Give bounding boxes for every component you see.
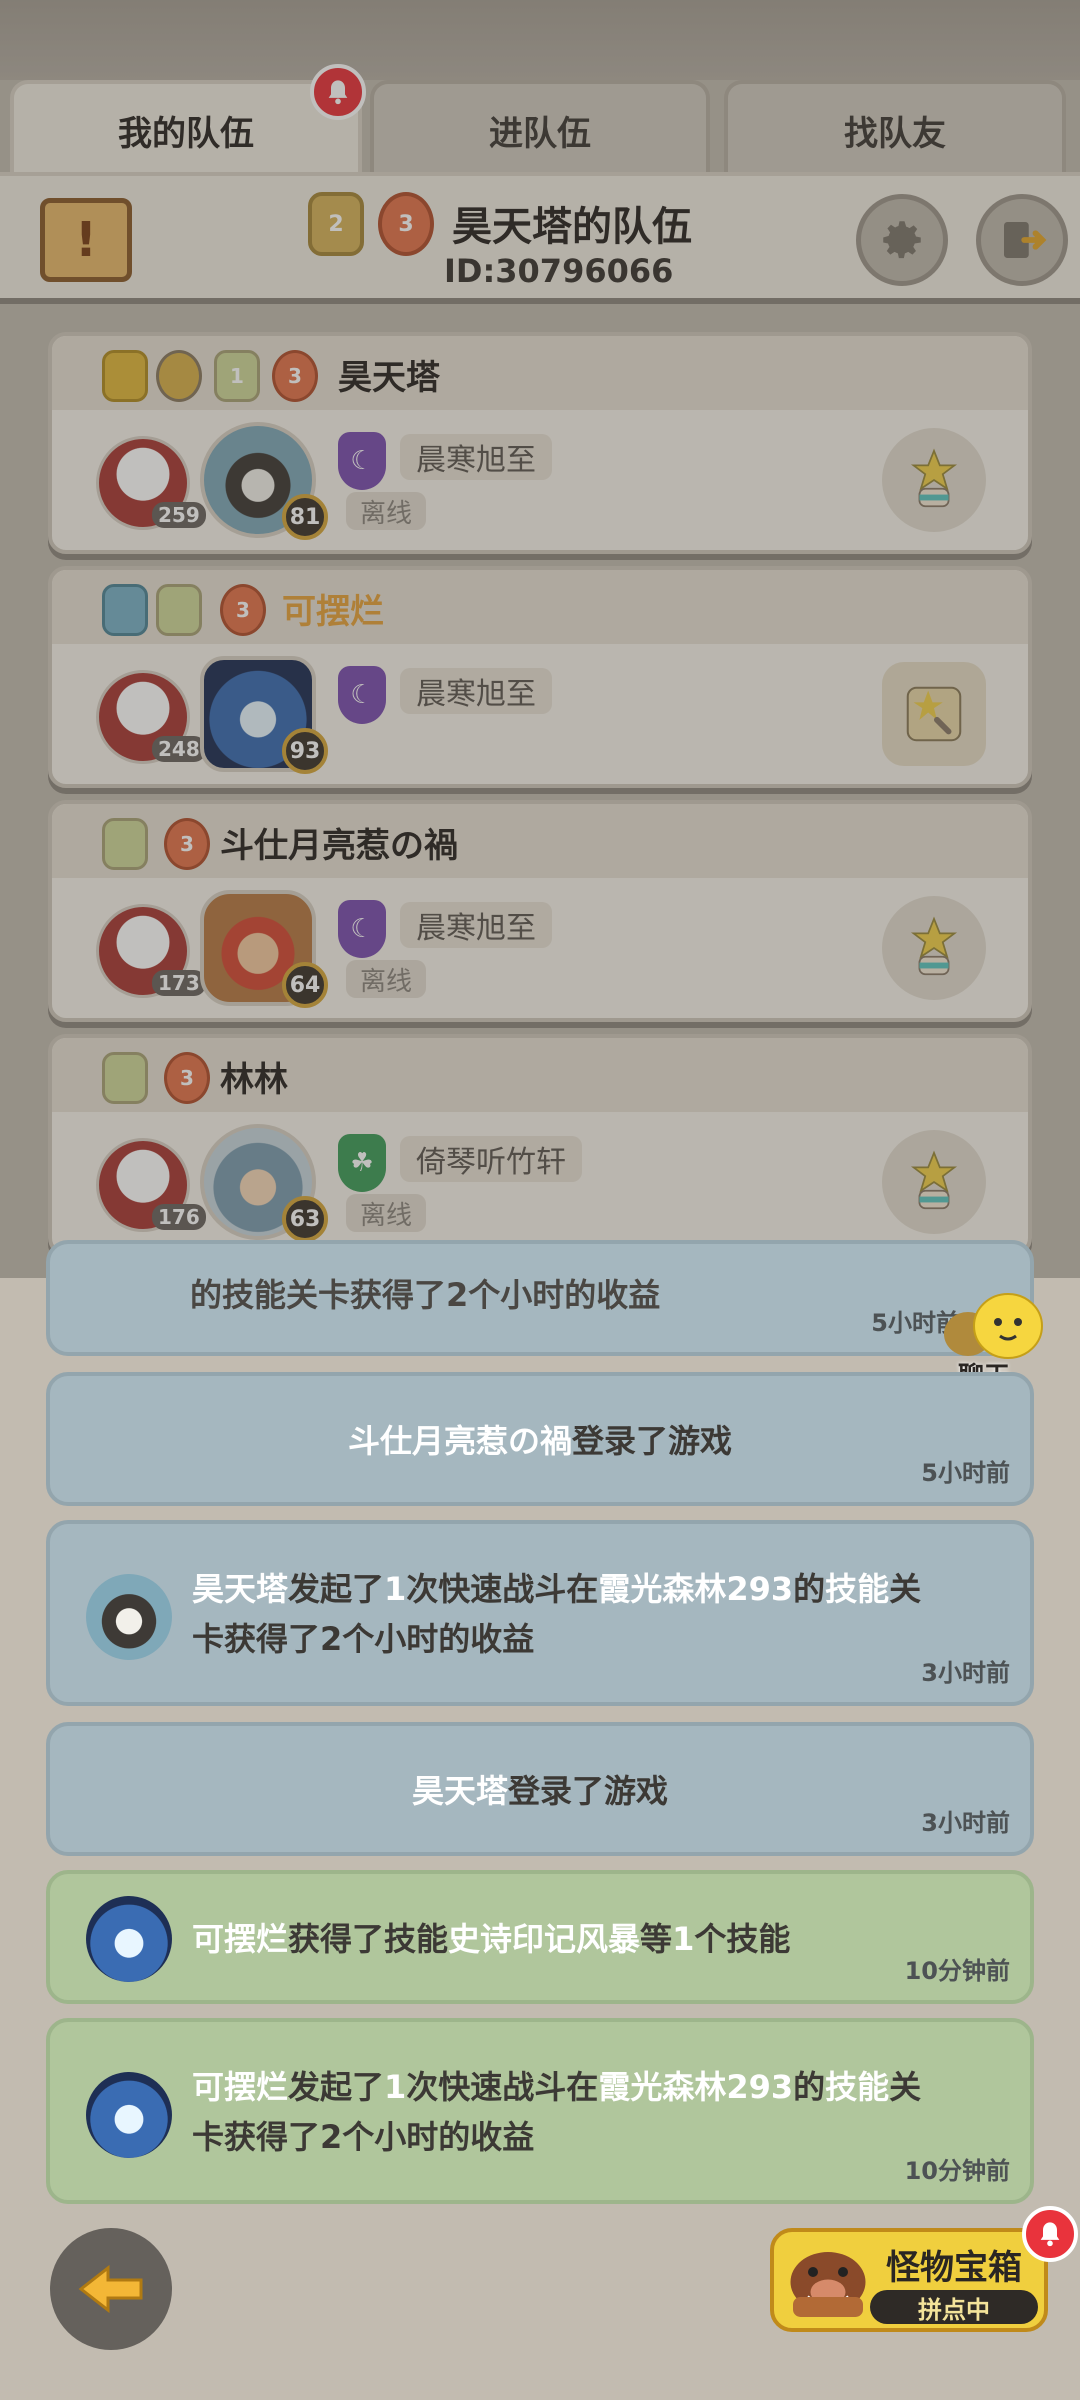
wind-badge-icon (156, 584, 202, 636)
rank-shield-icon (102, 350, 148, 402)
activity-message: 可摆烂发起了1次快速战斗在霞光森林293的技能关 卡获得了2个小时的收益 10分… (46, 2018, 1034, 2204)
message-text: 的技能关卡获得了2个小时的收益 (190, 1276, 661, 1314)
team-name: 昊天塔的队伍 (452, 204, 692, 250)
message-text: 斗仕月亮惹の禍登录了游戏 (347, 1422, 733, 1460)
leave-team-button[interactable] (976, 194, 1068, 286)
moon-guild-icon: ☾ (338, 432, 386, 490)
activity-message: 昊天塔登录了游戏 3小时前 (46, 1722, 1034, 1856)
team-level-badge-icon: 3 (378, 192, 434, 256)
level-badge-icon: 3 (220, 584, 266, 636)
member-card[interactable]: 3 斗仕月亮惹の禍 173 64 ☾ 晨寒旭至 离线 (48, 800, 1032, 1022)
level-badge-icon: 3 (272, 350, 318, 402)
member-name: 斗仕月亮惹の禍 (220, 826, 458, 866)
player-level: 176 (152, 1204, 206, 1230)
pet-avatar-icon (86, 1574, 172, 1660)
pet-medal-icon (156, 350, 202, 402)
activity-message: 斗仕月亮惹の禍登录了游戏 5小时前 (46, 1372, 1034, 1506)
message-time: 5小时前 (921, 1459, 1010, 1487)
guild-name: 倚琴听竹轩 (400, 1136, 582, 1182)
arrow-left-icon (78, 2264, 143, 2314)
gear-icon (883, 221, 921, 259)
team-id: ID:30796066 (444, 252, 674, 290)
member-name: 昊天塔 (338, 358, 440, 398)
member-name: 林林 (220, 1060, 288, 1100)
pet-avatar-icon (86, 2072, 172, 2158)
player-level: 173 (152, 970, 206, 996)
moon-guild-icon: ☾ (338, 666, 386, 724)
message-time: 10分钟前 (904, 2157, 1010, 2185)
finger-star-icon (906, 686, 962, 742)
message-text: 可摆烂获得了技能史诗印记风暴等1个技能 (192, 1920, 791, 1958)
guild-name: 晨寒旭至 (400, 434, 552, 480)
offline-status: 离线 (346, 1194, 427, 1232)
bell-notification-icon (310, 64, 366, 120)
member-card[interactable]: 3 林林 176 63 ☘ 倚琴听竹轩 离线 (48, 1034, 1032, 1256)
member-card[interactable]: 1 3 昊天塔 259 81 ☾ 晨寒旭至 离线 (48, 332, 1032, 554)
chest-status: 拼点中 (870, 2290, 1038, 2324)
back-button[interactable] (50, 2228, 172, 2350)
settings-button[interactable] (856, 194, 948, 286)
pet-level-badge: 93 (282, 728, 328, 774)
activity-message: 的技能关卡获得了2个小时的收益 5小时前 (46, 1240, 1034, 1356)
guild-name: 晨寒旭至 (400, 668, 552, 714)
pet-level-badge: 63 (282, 1196, 328, 1242)
team-rank-badge-icon: 2 (308, 192, 364, 256)
guild-name: 晨寒旭至 (400, 902, 552, 948)
member-card[interactable]: 3 可摆烂 248 93 ☾ 晨寒旭至 (48, 566, 1032, 788)
tab-join-team[interactable]: 进队伍 (370, 80, 710, 176)
message-time: 3小时前 (921, 1809, 1010, 1837)
player-level: 259 (152, 502, 206, 528)
finger-star-icon (910, 916, 958, 976)
finger-star-icon (910, 1150, 958, 1210)
level-badge-icon: 3 (164, 1052, 210, 1104)
like-button[interactable] (882, 428, 986, 532)
message-time: 3小时前 (921, 1659, 1010, 1687)
level-badge-icon: 3 (164, 818, 210, 870)
rank-shield-icon (102, 584, 148, 636)
bell-notification-icon (1022, 2206, 1078, 2262)
team-notice-scroll-icon[interactable]: ! (40, 198, 132, 282)
activity-message: 昊天塔发起了1次快速战斗在霞光森林293的技能关 卡获得了2个小时的收益 3小时… (46, 1520, 1034, 1706)
wind-badge-icon: 1 (214, 350, 260, 402)
top-band (0, 0, 1080, 80)
member-name: 可摆烂 (282, 592, 384, 632)
pet-level-badge: 64 (282, 962, 328, 1008)
activity-message: 可摆烂获得了技能史诗印记风暴等1个技能 10分钟前 (46, 1870, 1034, 2004)
offline-status: 离线 (346, 960, 427, 998)
boar-icon (778, 2222, 878, 2322)
like-button[interactable] (882, 896, 986, 1000)
wind-badge-icon (102, 818, 148, 870)
message-text: 昊天塔登录了游戏 (411, 1772, 669, 1810)
player-level: 248 (152, 736, 206, 762)
pet-level-badge: 81 (282, 494, 328, 540)
moon-guild-icon: ☾ (338, 900, 386, 958)
like-button[interactable] (882, 1130, 986, 1234)
message-text: 可摆烂发起了1次快速战斗在霞光森林293的技能关 卡获得了2个小时的收益 (192, 2068, 922, 2156)
message-text: 昊天塔发起了1次快速战斗在霞光森林293的技能关 卡获得了2个小时的收益 (192, 1570, 922, 1658)
team-header: ! 2 3 昊天塔的队伍 ID:30796066 (0, 172, 1080, 304)
like-button[interactable] (882, 662, 986, 766)
message-time: 10分钟前 (904, 1957, 1010, 1985)
offline-status: 离线 (346, 492, 427, 530)
pet-avatar-icon (86, 1896, 172, 1982)
leaf-guild-icon: ☘ (338, 1134, 386, 1192)
chest-title: 怪物宝箱 (886, 2248, 1022, 2288)
wind-badge-icon (102, 1052, 148, 1104)
tab-find-teammates[interactable]: 找队友 (724, 80, 1066, 176)
monster-chest-button[interactable]: 怪物宝箱 拼点中 (770, 2228, 1048, 2332)
finger-star-icon (910, 448, 958, 508)
exit-door-icon (1004, 222, 1047, 258)
